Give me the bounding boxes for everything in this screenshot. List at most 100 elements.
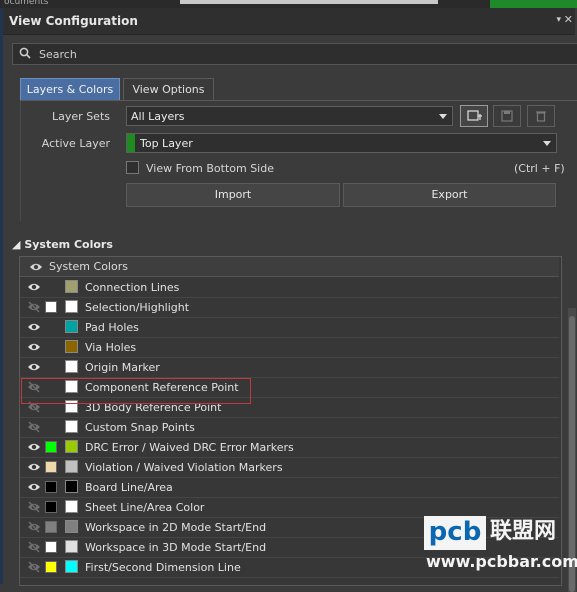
color-swatch[interactable] — [65, 340, 78, 353]
eye-icon[interactable] — [27, 341, 41, 353]
color-swatch[interactable] — [65, 440, 78, 453]
watermark-url: www.pcbbar.com — [426, 552, 577, 571]
collapse-triangle-icon: ◢ — [12, 238, 21, 251]
delete-layer-set-button[interactable] — [527, 105, 555, 127]
system-color-name: Pad Holes — [85, 321, 139, 334]
color-swatch[interactable] — [65, 560, 78, 573]
active-layer-value: Top Layer — [140, 137, 193, 150]
secondary-color-swatch[interactable] — [45, 501, 57, 513]
eye-icon[interactable] — [27, 461, 41, 473]
color-swatch[interactable] — [65, 540, 78, 553]
eye-icon[interactable] — [29, 261, 43, 273]
system-color-row[interactable]: Custom Snap Points — [20, 417, 559, 438]
eye-hidden-icon[interactable] — [27, 501, 41, 513]
system-colors-section-header[interactable]: ◢ System Colors — [12, 238, 113, 251]
system-color-row[interactable]: Board Line/Area — [20, 477, 559, 498]
watermark-brand: pcb — [424, 516, 486, 550]
secondary-color-swatch[interactable] — [45, 481, 57, 493]
eye-icon[interactable] — [27, 361, 41, 373]
secondary-color-swatch[interactable] — [45, 461, 57, 473]
color-swatch[interactable] — [65, 420, 78, 433]
color-swatch[interactable] — [65, 300, 78, 313]
eye-hidden-icon[interactable] — [27, 421, 41, 433]
chevron-down-icon — [543, 141, 551, 146]
system-color-row[interactable]: DRC Error / Waived DRC Error Markers — [20, 437, 559, 458]
search-input[interactable] — [37, 45, 541, 64]
highlight-box — [21, 378, 251, 404]
export-button[interactable]: Export — [343, 183, 556, 207]
system-color-row[interactable]: Origin Marker — [20, 357, 559, 378]
system-color-name: Workspace in 2D Mode Start/End — [85, 521, 267, 534]
eye-icon[interactable] — [27, 281, 41, 293]
trash-icon — [536, 111, 546, 122]
watermark: pcb 联盟网 www.pcbbar.com — [424, 516, 577, 584]
eye-icon[interactable] — [27, 441, 41, 453]
system-color-name: Custom Snap Points — [85, 421, 195, 434]
system-colors-section-title: System Colors — [24, 238, 113, 251]
active-layer-dropdown[interactable]: Top Layer — [126, 133, 557, 153]
eye-hidden-icon[interactable] — [27, 301, 41, 313]
save-icon — [501, 110, 513, 122]
system-color-name: First/Second Dimension Line — [85, 561, 241, 574]
chevron-down-icon — [439, 114, 447, 119]
eye-hidden-icon[interactable] — [27, 561, 41, 573]
status-strip — [490, 0, 577, 8]
tab-layers-colors[interactable]: Layers & Colors — [20, 78, 120, 100]
add-layer-set-button[interactable] — [460, 105, 488, 127]
secondary-color-swatch[interactable] — [45, 521, 57, 533]
view-bottom-shortcut: (Ctrl + F) — [514, 162, 565, 175]
system-colors-header-label: System Colors — [49, 260, 128, 273]
color-swatch[interactable] — [65, 280, 78, 293]
toolbar-strip — [180, 0, 438, 4]
panel-titlebar: View Configuration ▾ ✕ — [3, 8, 575, 35]
system-color-name: Workspace in 3D Mode Start/End — [85, 541, 267, 554]
secondary-color-swatch[interactable] — [45, 541, 57, 553]
secondary-color-swatch[interactable] — [45, 301, 57, 313]
system-color-name: Board Line/Area — [85, 481, 173, 494]
system-colors-list-header: System Colors — [20, 257, 559, 277]
system-color-row[interactable]: Sheet Line/Area Color — [20, 497, 559, 518]
panel-menu-icon[interactable]: ▾ — [556, 15, 561, 25]
eye-hidden-icon[interactable] — [27, 521, 41, 533]
system-color-row[interactable]: Selection/Highlight — [20, 297, 559, 318]
system-color-name: Connection Lines — [85, 281, 180, 294]
search-icon — [19, 47, 31, 59]
system-color-name: Selection/Highlight — [85, 301, 190, 314]
import-button[interactable]: Import — [126, 183, 340, 207]
save-layer-set-button[interactable] — [493, 105, 521, 127]
system-color-row[interactable]: Via Holes — [20, 337, 559, 358]
system-color-name: Via Holes — [85, 341, 137, 354]
panel-title: View Configuration — [9, 14, 138, 28]
system-color-name: DRC Error / Waived DRC Error Markers — [85, 441, 294, 454]
color-swatch[interactable] — [65, 360, 78, 373]
system-color-name: Origin Marker — [85, 361, 160, 374]
active-layer-color-swatch — [127, 134, 135, 152]
system-color-row[interactable]: Pad Holes — [20, 317, 559, 338]
active-layer-label: Active Layer — [41, 137, 110, 150]
color-swatch[interactable] — [65, 520, 78, 533]
color-swatch[interactable] — [65, 460, 78, 473]
view-bottom-checkbox[interactable] — [126, 161, 139, 174]
color-swatch[interactable] — [65, 480, 78, 493]
tab-view-options[interactable]: View Options — [123, 78, 214, 100]
eye-icon[interactable] — [27, 481, 41, 493]
document-tab-fragment: ocuments — [4, 0, 49, 7]
view-bottom-label: View From Bottom Side — [146, 162, 274, 175]
system-color-row[interactable]: Connection Lines — [20, 277, 559, 298]
close-icon[interactable]: ✕ — [564, 13, 573, 26]
system-color-row[interactable]: Violation / Waived Violation Markers — [20, 457, 559, 478]
color-swatch[interactable] — [65, 320, 78, 333]
layer-sets-label: Layer Sets — [52, 110, 110, 123]
system-color-name: Violation / Waived Violation Markers — [85, 461, 283, 474]
search-box[interactable] — [12, 43, 577, 65]
secondary-color-swatch[interactable] — [45, 561, 57, 573]
eye-hidden-icon[interactable] — [27, 541, 41, 553]
secondary-color-swatch[interactable] — [45, 441, 57, 453]
color-swatch[interactable] — [65, 500, 78, 513]
eye-icon[interactable] — [27, 321, 41, 333]
add-set-icon — [467, 110, 482, 121]
view-configuration-panel: View Configuration ▾ ✕ Layers & Colors V… — [3, 8, 577, 592]
top-strip: ocuments — [0, 0, 577, 8]
layer-sets-dropdown[interactable]: All Layers — [126, 106, 453, 126]
watermark-cn: 联盟网 — [490, 519, 557, 544]
